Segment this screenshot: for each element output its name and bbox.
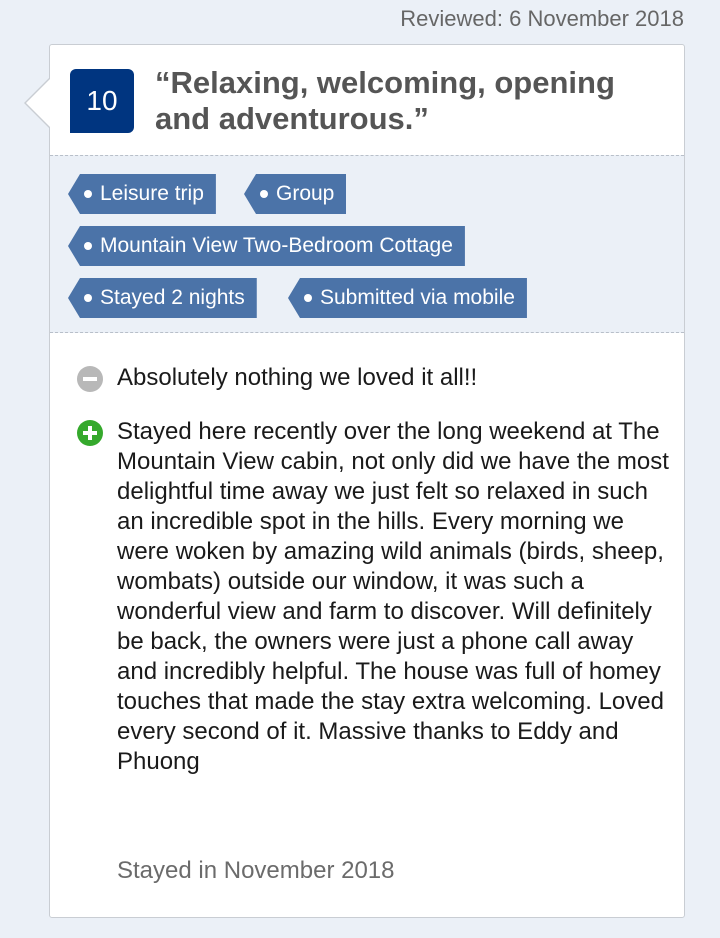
review-header: 10 “Relaxing, welcoming, opening and adv… [50,45,684,155]
plus-circle-icon [77,420,103,446]
tag-label: Leisure trip [100,182,204,205]
negative-text: Absolutely nothing we loved it all!! [117,364,478,391]
tag-submitted-via: Submitted via mobile [288,278,527,318]
minus-circle-icon [77,366,103,392]
tag-label: Group [276,182,335,205]
tag-room-type: Mountain View Two-Bedroom Cottage [68,226,465,266]
tag-bullet [304,294,312,302]
tag-stay-length: Stayed 2 nights [68,278,257,318]
tag-bullet [84,190,92,198]
score-badge: 10 [70,69,134,133]
tag-label: Stayed 2 nights [100,286,245,309]
tag-bullet [260,190,268,198]
tag-label: Submitted via mobile [320,286,515,309]
review-card: 10 “Relaxing, welcoming, opening and adv… [24,44,685,918]
tag-label: Mountain View Two-Bedroom Cottage [100,234,453,257]
tag-bullet [84,294,92,302]
tag-bullet [84,242,92,250]
stayed-in-date: Stayed in November 2018 [117,857,395,884]
positive-text: Stayed here recently over the long weeke… [117,418,669,775]
tag-group: Group [244,174,347,214]
review-date: Reviewed: 6 November 2018 [400,6,684,31]
review-title: “Relaxing, welcoming, opening and advent… [155,65,615,136]
tag-leisure-trip: Leisure trip [68,174,216,214]
review-tags: Leisure trip Group Mountain View Two-Bed… [50,155,684,333]
